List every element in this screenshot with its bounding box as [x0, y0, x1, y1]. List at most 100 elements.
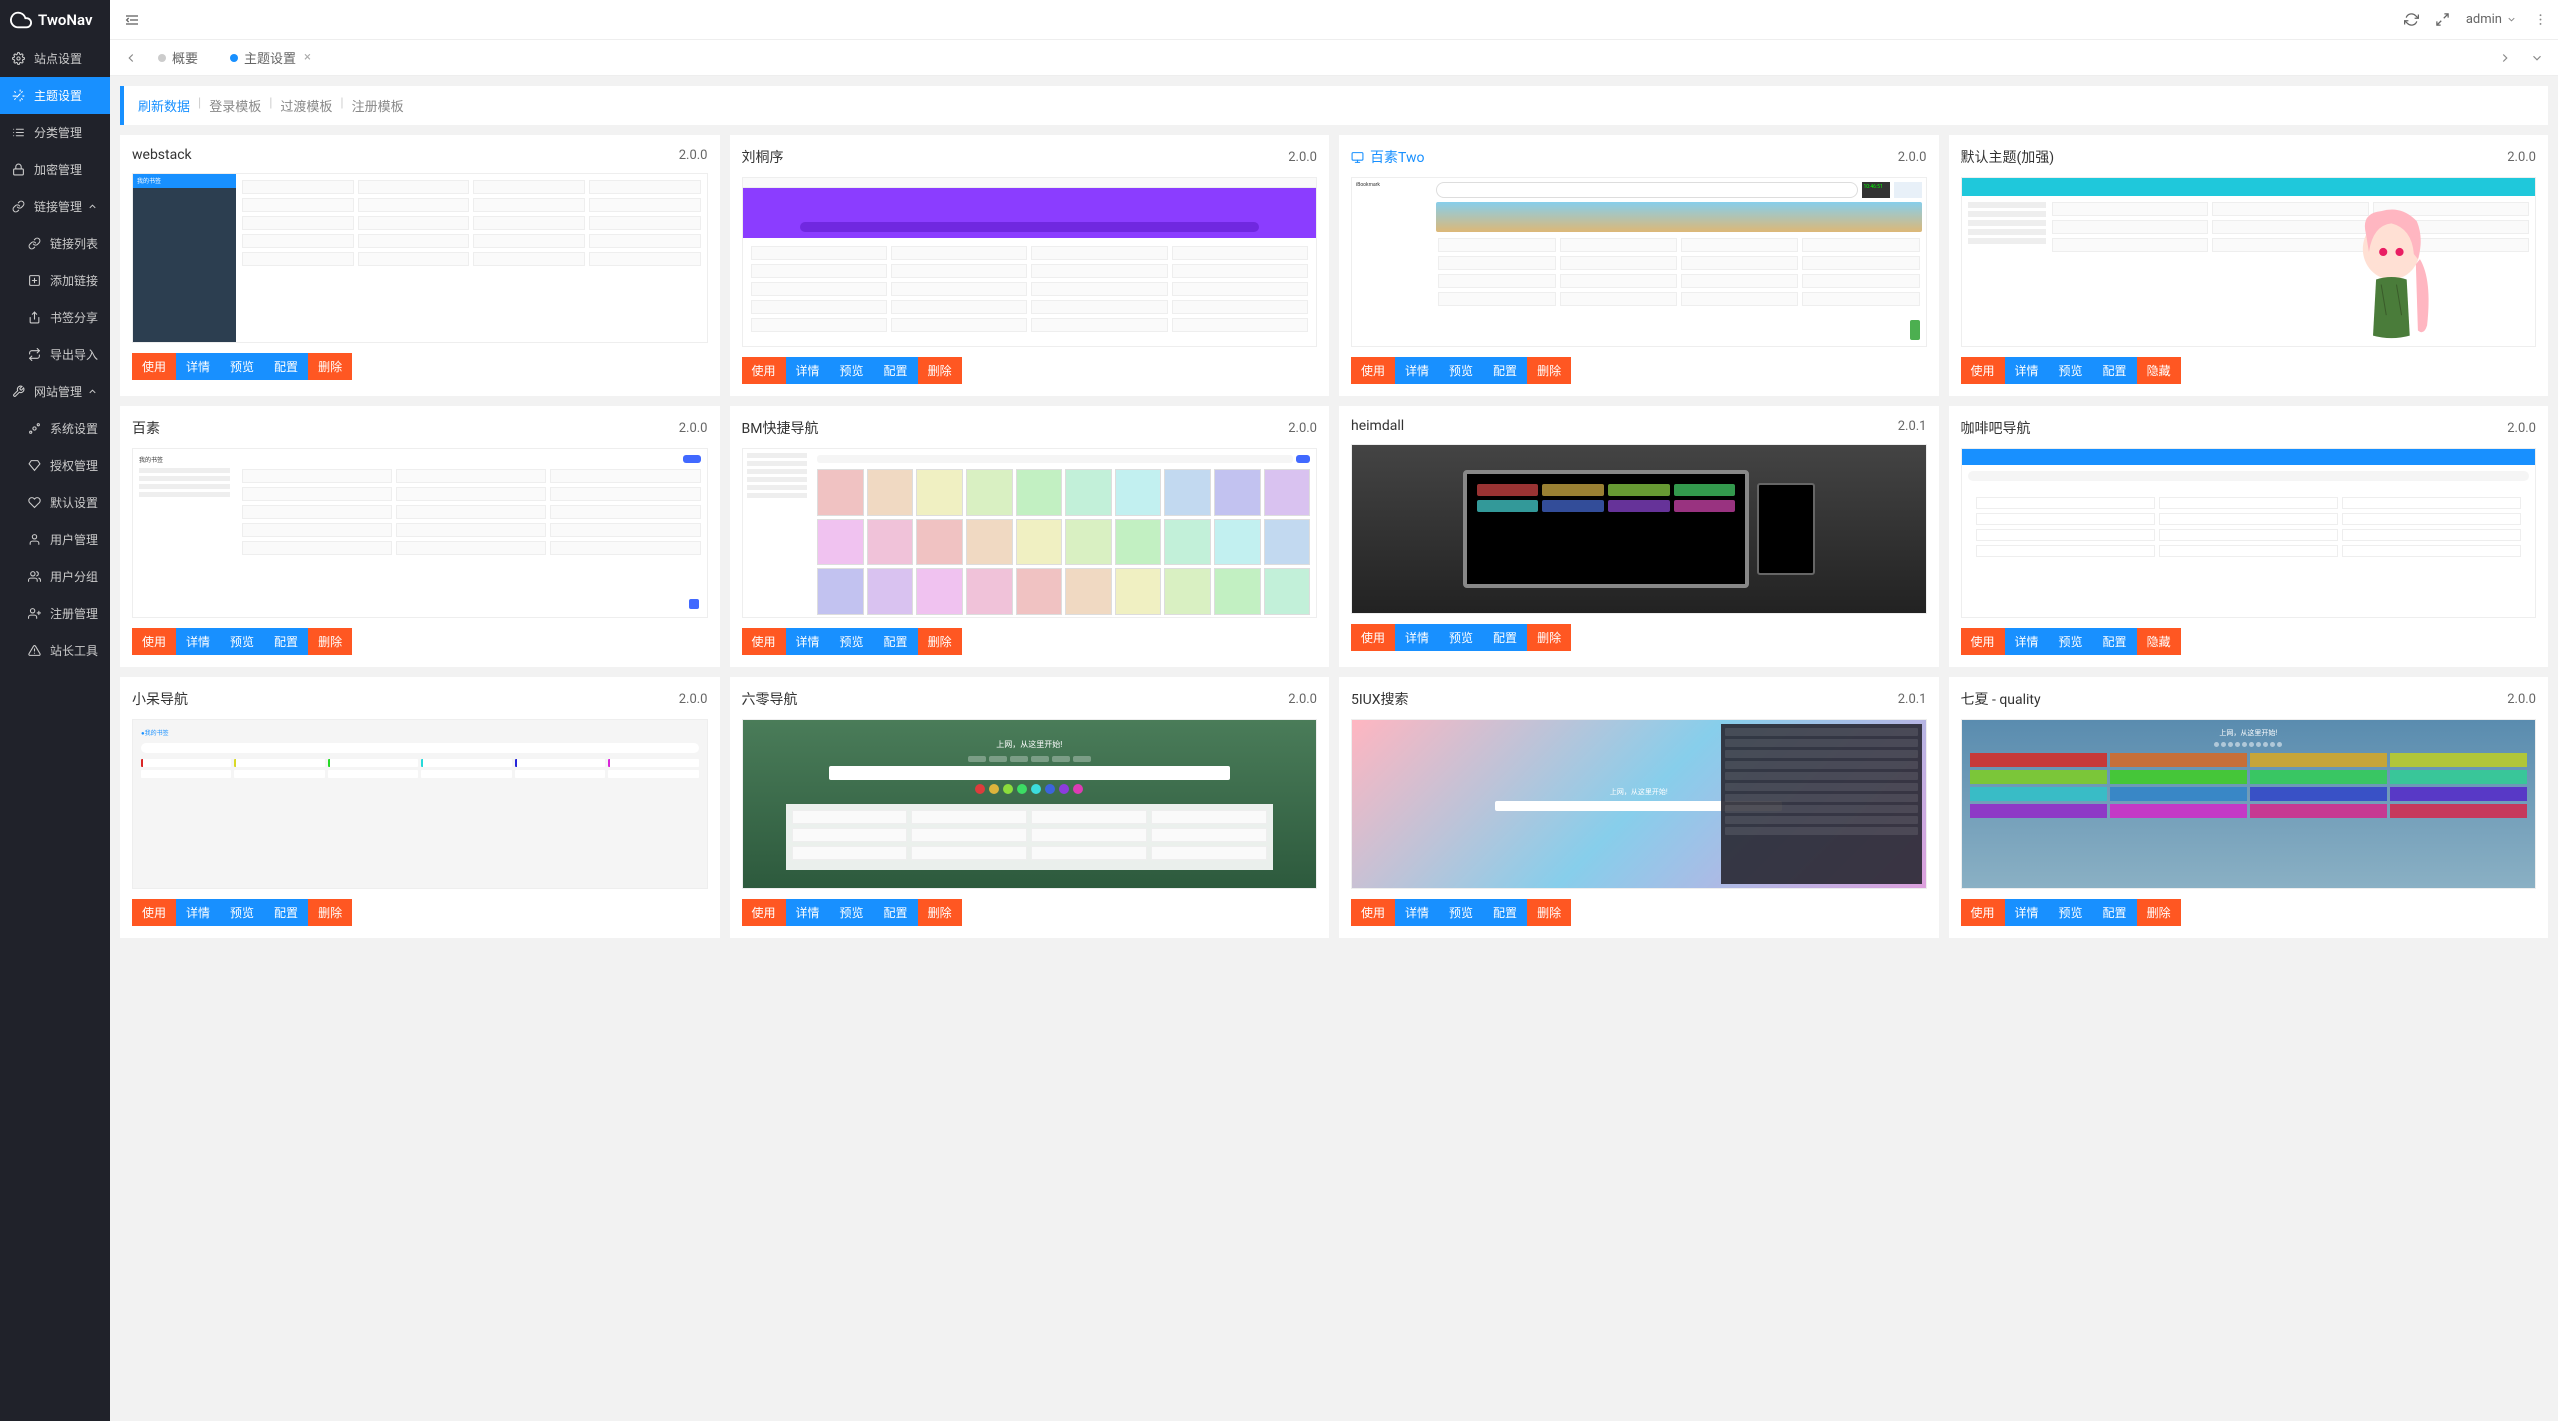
sidebar-item-站点设置[interactable]: 站点设置	[0, 40, 110, 77]
theme-use-button[interactable]: 使用	[742, 357, 786, 384]
theme-detail-button[interactable]: 详情	[176, 353, 220, 380]
theme-preview-button[interactable]: 预览	[220, 353, 264, 380]
sidebar-subitem-链接列表[interactable]: 链接列表	[0, 225, 110, 262]
sidebar-subitem-系统设置[interactable]: 系统设置	[0, 410, 110, 447]
theme-use-button[interactable]: 使用	[1351, 357, 1395, 384]
theme-preview-button[interactable]: 预览	[2049, 628, 2093, 655]
sidebar-subitem-用户分组[interactable]: 用户分组	[0, 558, 110, 595]
tab-prev-button[interactable]	[120, 47, 142, 69]
theme-preview-button[interactable]: 预览	[1439, 899, 1483, 926]
theme-config-button[interactable]: 配置	[2093, 899, 2137, 926]
theme-detail-button[interactable]: 详情	[2005, 357, 2049, 384]
theme-detail-button[interactable]: 详情	[786, 357, 830, 384]
sidebar-subitem-授权管理[interactable]: 授权管理	[0, 447, 110, 484]
theme-use-button[interactable]: 使用	[742, 628, 786, 655]
theme-hide-button[interactable]: 隐藏	[2137, 357, 2181, 384]
theme-config-button[interactable]: 配置	[874, 357, 918, 384]
theme-preview-image	[742, 177, 1318, 347]
sidebar-subitem-注册管理[interactable]: 注册管理	[0, 595, 110, 632]
sidebar-item-主题设置[interactable]: 主题设置	[0, 77, 110, 114]
tab-概要[interactable]: 概要	[142, 40, 214, 76]
theme-preview-button[interactable]: 预览	[2049, 899, 2093, 926]
theme-config-button[interactable]: 配置	[874, 628, 918, 655]
theme-detail-button[interactable]: 详情	[176, 899, 220, 926]
sidebar-item-分类管理[interactable]: 分类管理	[0, 114, 110, 151]
theme-config-button[interactable]: 配置	[1483, 357, 1527, 384]
tab-主题设置[interactable]: 主题设置×	[214, 40, 327, 76]
theme-config-button[interactable]: 配置	[1483, 899, 1527, 926]
theme-delete-button[interactable]: 删除	[918, 899, 962, 926]
theme-config-button[interactable]: 配置	[264, 899, 308, 926]
sidebar-item-网站管理[interactable]: 网站管理	[0, 373, 110, 410]
brand-logo[interactable]: TwoNav	[0, 0, 110, 40]
theme-detail-button[interactable]: 详情	[1395, 357, 1439, 384]
sidebar-subitem-用户管理[interactable]: 用户管理	[0, 521, 110, 558]
sidebar-subitem-添加链接[interactable]: 添加链接	[0, 262, 110, 299]
theme-delete-button[interactable]: 删除	[308, 899, 352, 926]
theme-detail-button[interactable]: 详情	[1395, 624, 1439, 651]
theme-actions: 使用 详情 预览 配置 删除	[132, 353, 708, 380]
theme-use-button[interactable]: 使用	[1351, 899, 1395, 926]
theme-delete-button[interactable]: 删除	[2137, 899, 2181, 926]
theme-delete-button[interactable]: 删除	[1527, 624, 1571, 651]
tab-close-button[interactable]: ×	[304, 50, 311, 65]
theme-delete-button[interactable]: 删除	[918, 628, 962, 655]
theme-detail-button[interactable]: 详情	[786, 628, 830, 655]
theme-preview-button[interactable]: 预览	[830, 899, 874, 926]
theme-detail-button[interactable]: 详情	[786, 899, 830, 926]
user-plus-icon	[28, 607, 42, 620]
theme-detail-button[interactable]: 详情	[176, 628, 220, 655]
user-menu[interactable]: admin	[2466, 12, 2517, 27]
tab-next-button[interactable]	[2494, 47, 2516, 69]
chevron-up-icon	[87, 201, 98, 212]
sidebar-subitem-导出导入[interactable]: 导出导入	[0, 336, 110, 373]
tab-dropdown-button[interactable]	[2526, 47, 2548, 69]
theme-preview-button[interactable]: 预览	[220, 899, 264, 926]
theme-detail-button[interactable]: 详情	[2005, 899, 2049, 926]
theme-delete-button[interactable]: 删除	[1527, 357, 1571, 384]
sidebar-collapse-button[interactable]	[120, 8, 144, 32]
theme-delete-button[interactable]: 删除	[308, 353, 352, 380]
theme-preview-image	[1351, 444, 1927, 614]
toolbar-link-刷新数据[interactable]: 刷新数据	[138, 96, 190, 115]
theme-detail-button[interactable]: 详情	[1395, 899, 1439, 926]
theme-config-button[interactable]: 配置	[1483, 624, 1527, 651]
toolbar-link-注册模板[interactable]: 注册模板	[352, 96, 404, 115]
fullscreen-button[interactable]	[2435, 12, 2450, 27]
theme-preview-button[interactable]: 预览	[220, 628, 264, 655]
sidebar-item-加密管理[interactable]: 加密管理	[0, 151, 110, 188]
toolbar-link-登录模板[interactable]: 登录模板	[209, 96, 261, 115]
theme-use-button[interactable]: 使用	[132, 628, 176, 655]
theme-use-button[interactable]: 使用	[132, 353, 176, 380]
sidebar-subitem-默认设置[interactable]: 默认设置	[0, 484, 110, 521]
sidebar-item-链接管理[interactable]: 链接管理	[0, 188, 110, 225]
theme-preview-button[interactable]: 预览	[1439, 357, 1483, 384]
theme-preview-button[interactable]: 预览	[830, 628, 874, 655]
theme-use-button[interactable]: 使用	[1961, 899, 2005, 926]
theme-preview-button[interactable]: 预览	[830, 357, 874, 384]
sidebar-subitem-站长工具[interactable]: 站长工具	[0, 632, 110, 669]
theme-use-button[interactable]: 使用	[1351, 624, 1395, 651]
more-button[interactable]	[2533, 12, 2548, 27]
theme-config-button[interactable]: 配置	[2093, 357, 2137, 384]
theme-delete-button[interactable]: 删除	[1527, 899, 1571, 926]
theme-version: 2.0.0	[1288, 421, 1317, 436]
theme-config-button[interactable]: 配置	[264, 353, 308, 380]
theme-delete-button[interactable]: 删除	[918, 357, 962, 384]
theme-use-button[interactable]: 使用	[132, 899, 176, 926]
theme-delete-button[interactable]: 删除	[308, 628, 352, 655]
theme-use-button[interactable]: 使用	[742, 899, 786, 926]
toolbar-link-过渡模板[interactable]: 过渡模板	[280, 96, 332, 115]
theme-detail-button[interactable]: 详情	[2005, 628, 2049, 655]
theme-use-button[interactable]: 使用	[1961, 628, 2005, 655]
theme-use-button[interactable]: 使用	[1961, 357, 2005, 384]
theme-config-button[interactable]: 配置	[2093, 628, 2137, 655]
theme-preview-button[interactable]: 预览	[1439, 624, 1483, 651]
theme-config-button[interactable]: 配置	[874, 899, 918, 926]
refresh-button[interactable]	[2404, 12, 2419, 27]
gear-icon	[12, 52, 26, 65]
theme-preview-button[interactable]: 预览	[2049, 357, 2093, 384]
theme-hide-button[interactable]: 隐藏	[2137, 628, 2181, 655]
theme-config-button[interactable]: 配置	[264, 628, 308, 655]
sidebar-subitem-书签分享[interactable]: 书签分享	[0, 299, 110, 336]
